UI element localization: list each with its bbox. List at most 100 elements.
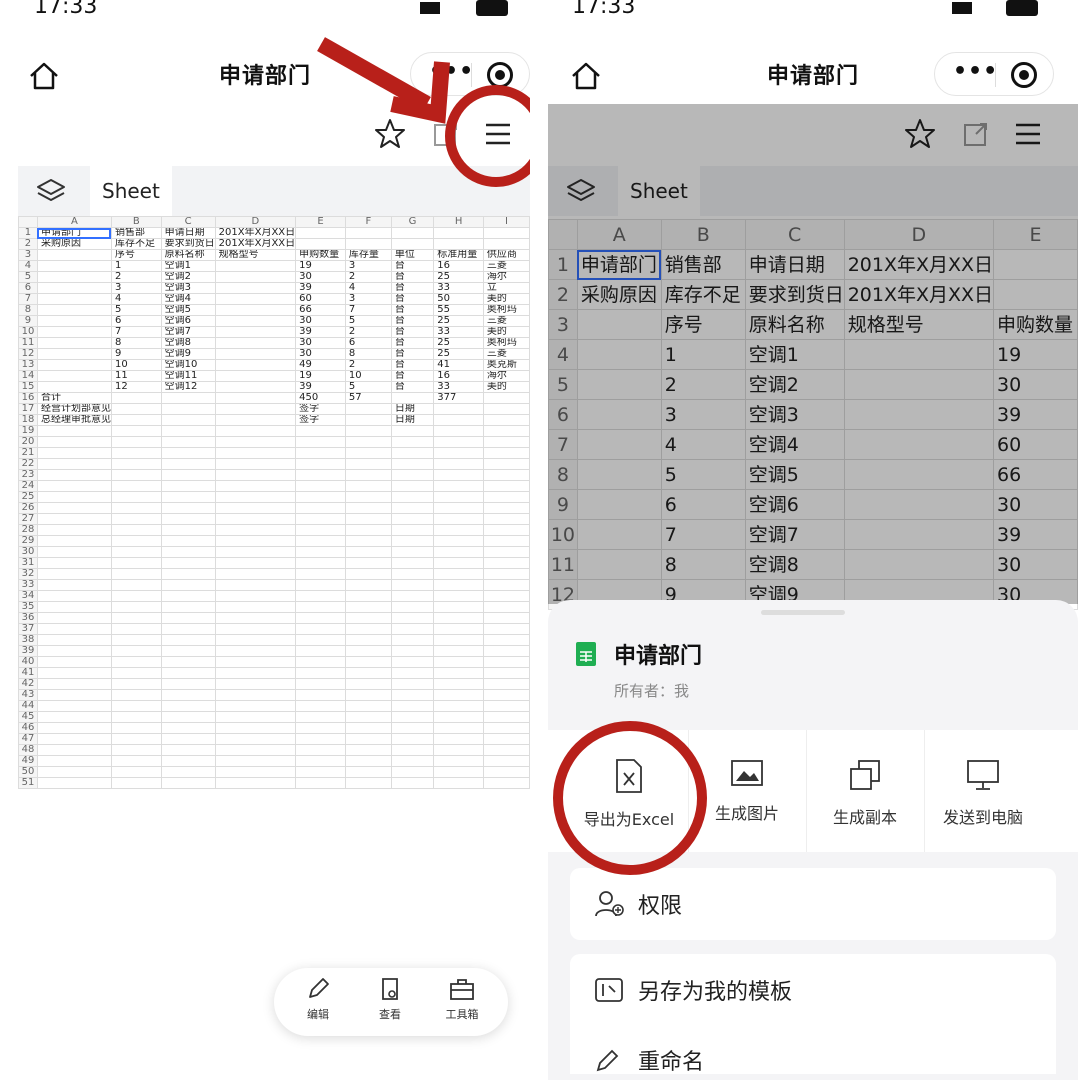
cell[interactable] bbox=[433, 568, 484, 580]
cell[interactable] bbox=[482, 491, 530, 503]
cell[interactable] bbox=[214, 601, 297, 613]
cell[interactable]: 三菱 bbox=[482, 348, 530, 360]
cell[interactable] bbox=[344, 425, 392, 437]
row-number[interactable]: 30 bbox=[18, 546, 38, 558]
cell[interactable] bbox=[482, 766, 530, 778]
cell[interactable] bbox=[433, 227, 484, 239]
cell[interactable] bbox=[390, 436, 435, 448]
mini-program-capsule[interactable]: ••• bbox=[934, 52, 1054, 96]
tab-sheet[interactable]: Sheet bbox=[90, 166, 172, 216]
cell[interactable]: 三菱 bbox=[482, 260, 530, 272]
cell[interactable] bbox=[295, 447, 346, 459]
cell[interactable] bbox=[110, 392, 162, 404]
cell[interactable] bbox=[344, 524, 392, 536]
cell[interactable] bbox=[160, 436, 216, 448]
cell[interactable] bbox=[214, 524, 297, 536]
cell[interactable] bbox=[110, 601, 162, 613]
cell[interactable] bbox=[36, 381, 112, 393]
cell[interactable]: 台 bbox=[390, 348, 435, 360]
row-number[interactable]: 23 bbox=[18, 469, 38, 481]
cell[interactable] bbox=[36, 601, 112, 613]
cell[interactable] bbox=[390, 634, 435, 646]
row-number[interactable]: 46 bbox=[18, 722, 38, 734]
row-number[interactable]: 9 bbox=[18, 315, 38, 327]
cell[interactable] bbox=[295, 623, 346, 635]
cell[interactable] bbox=[110, 711, 162, 723]
cell[interactable] bbox=[295, 436, 346, 448]
cell[interactable] bbox=[433, 524, 484, 536]
cell[interactable] bbox=[295, 227, 346, 239]
cell[interactable]: 空调11 bbox=[160, 370, 216, 382]
cell[interactable] bbox=[36, 513, 112, 525]
cell[interactable]: 2 bbox=[344, 359, 392, 371]
column-header[interactable]: H bbox=[433, 216, 484, 228]
cell[interactable] bbox=[295, 513, 346, 525]
cell[interactable] bbox=[482, 645, 530, 657]
cell[interactable] bbox=[110, 645, 162, 657]
cell[interactable]: 空调8 bbox=[160, 337, 216, 349]
row-number[interactable]: 50 bbox=[18, 766, 38, 778]
export-excel-button[interactable]: 导出为Excel bbox=[570, 730, 688, 852]
toolbox-button[interactable]: 工具箱 bbox=[432, 976, 492, 1022]
cell[interactable]: 55 bbox=[433, 304, 484, 316]
cell[interactable] bbox=[110, 744, 162, 756]
cell[interactable] bbox=[36, 733, 112, 745]
cell[interactable] bbox=[390, 238, 435, 250]
cell[interactable] bbox=[433, 601, 484, 613]
cell[interactable] bbox=[160, 480, 216, 492]
cell[interactable] bbox=[295, 689, 346, 701]
cell[interactable] bbox=[295, 777, 346, 789]
cell[interactable] bbox=[344, 623, 392, 635]
row-number[interactable]: 33 bbox=[18, 579, 38, 591]
cell[interactable] bbox=[160, 766, 216, 778]
cell[interactable] bbox=[433, 755, 484, 767]
cell[interactable] bbox=[214, 645, 297, 657]
cell[interactable] bbox=[295, 722, 346, 734]
cell[interactable] bbox=[295, 755, 346, 767]
cell[interactable] bbox=[110, 667, 162, 679]
cell[interactable] bbox=[214, 414, 297, 426]
cell[interactable]: 标准用量 bbox=[433, 249, 484, 261]
cell[interactable] bbox=[36, 590, 112, 602]
cell[interactable]: 经营计划部意见 bbox=[36, 403, 112, 415]
generate-copy-button[interactable]: 生成副本 bbox=[806, 730, 924, 852]
cell[interactable] bbox=[110, 634, 162, 646]
cell[interactable]: 空调3 bbox=[160, 282, 216, 294]
cell[interactable] bbox=[344, 711, 392, 723]
cell[interactable] bbox=[344, 414, 392, 426]
cell[interactable]: 签字 bbox=[295, 403, 346, 415]
cell[interactable] bbox=[110, 458, 162, 470]
cell[interactable]: 2 bbox=[110, 271, 162, 283]
cell[interactable]: 奥柯玛 bbox=[482, 304, 530, 316]
cell[interactable]: 台 bbox=[390, 337, 435, 349]
cell[interactable] bbox=[433, 711, 484, 723]
cell[interactable] bbox=[344, 656, 392, 668]
row-number[interactable]: 2 bbox=[18, 238, 38, 250]
cell[interactable] bbox=[433, 469, 484, 481]
cell[interactable] bbox=[295, 667, 346, 679]
cell[interactable]: 25 bbox=[433, 271, 484, 283]
cell[interactable] bbox=[160, 700, 216, 712]
cell[interactable]: 台 bbox=[390, 359, 435, 371]
row-number[interactable]: 3 bbox=[18, 249, 38, 261]
cell[interactable] bbox=[160, 557, 216, 569]
cell[interactable]: 6 bbox=[110, 315, 162, 327]
cell[interactable]: 4 bbox=[110, 293, 162, 305]
cell[interactable] bbox=[390, 722, 435, 734]
cell[interactable]: 5 bbox=[344, 315, 392, 327]
cell[interactable] bbox=[36, 645, 112, 657]
cell[interactable] bbox=[482, 425, 530, 437]
cell[interactable]: 50 bbox=[433, 293, 484, 305]
cell[interactable] bbox=[110, 755, 162, 767]
cell[interactable] bbox=[214, 557, 297, 569]
cell[interactable] bbox=[36, 337, 112, 349]
cell[interactable]: 66 bbox=[295, 304, 346, 316]
cell[interactable] bbox=[214, 733, 297, 745]
rename-item[interactable]: 重命名 bbox=[638, 1044, 704, 1076]
cell[interactable] bbox=[214, 447, 297, 459]
cell[interactable]: 美的 bbox=[482, 326, 530, 338]
cell[interactable] bbox=[160, 502, 216, 514]
cell[interactable] bbox=[482, 777, 530, 789]
cell[interactable]: 3 bbox=[344, 260, 392, 272]
cell[interactable] bbox=[344, 469, 392, 481]
